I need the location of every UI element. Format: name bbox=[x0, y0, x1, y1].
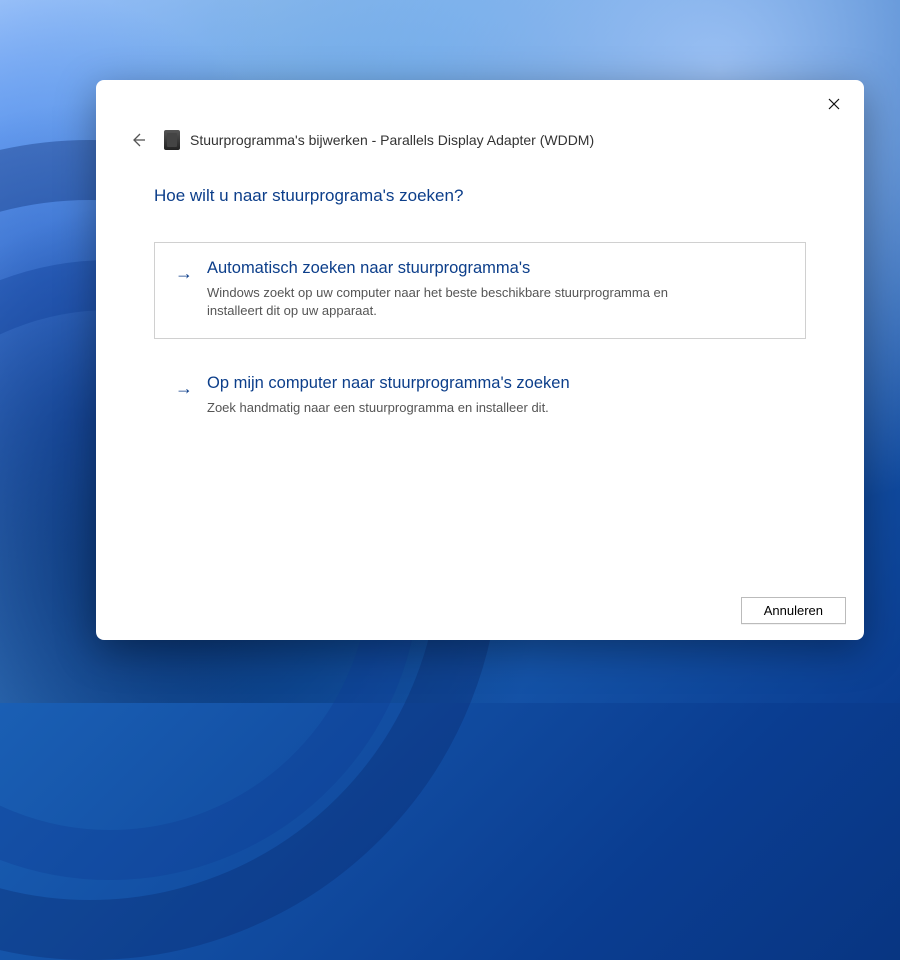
wizard-question: Hoe wilt u naar stuurprograma's zoeken? bbox=[154, 186, 806, 206]
close-icon bbox=[828, 98, 840, 110]
back-button[interactable] bbox=[128, 130, 148, 150]
back-arrow-icon bbox=[130, 132, 146, 148]
option-title: Automatisch zoeken naar stuurprogramma's bbox=[207, 259, 785, 278]
arrow-right-icon: → bbox=[175, 261, 193, 286]
dialog-header: Stuurprogramma's bijwerken - Parallels D… bbox=[96, 80, 864, 150]
option-description: Windows zoekt op uw computer naar het be… bbox=[207, 284, 727, 320]
dialog-content: Hoe wilt u naar stuurprograma's zoeken? … bbox=[96, 150, 864, 585]
arrow-right-icon: → bbox=[175, 376, 193, 401]
cancel-button[interactable]: Annuleren bbox=[741, 597, 846, 624]
option-auto-search[interactable]: → Automatisch zoeken naar stuurprogramma… bbox=[154, 242, 806, 339]
option-browse-computer[interactable]: → Op mijn computer naar stuurprogramma's… bbox=[154, 357, 806, 436]
close-button[interactable] bbox=[816, 88, 852, 120]
device-icon bbox=[164, 130, 180, 150]
dialog-footer: Annuleren bbox=[96, 585, 864, 640]
wizard-title: Stuurprogramma's bijwerken - Parallels D… bbox=[190, 132, 594, 148]
option-description: Zoek handmatig naar een stuurprogramma e… bbox=[207, 399, 727, 417]
update-driver-dialog: Stuurprogramma's bijwerken - Parallels D… bbox=[96, 80, 864, 640]
option-title: Op mijn computer naar stuurprogramma's z… bbox=[207, 374, 785, 393]
